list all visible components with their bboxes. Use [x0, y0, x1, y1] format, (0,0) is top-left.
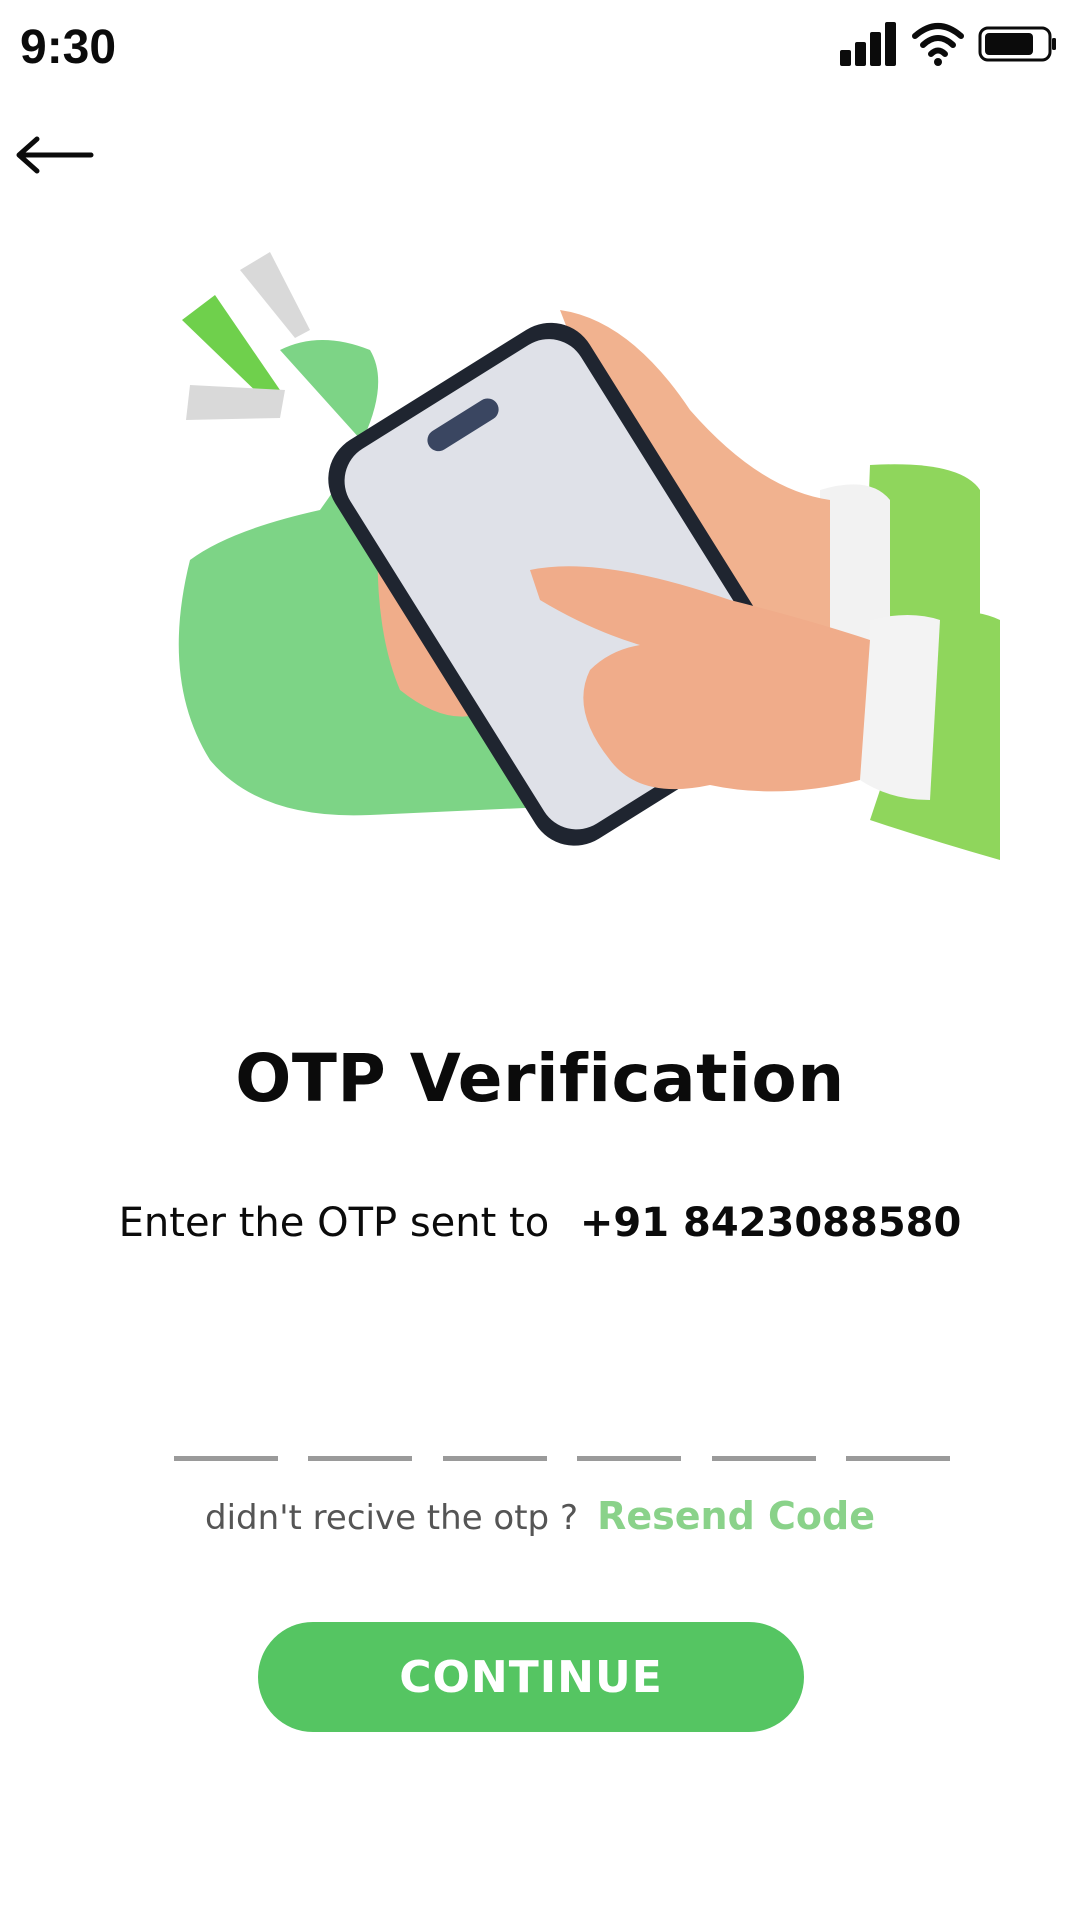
otp-digit-4[interactable]	[577, 1400, 682, 1461]
otp-digit-5[interactable]	[711, 1400, 816, 1461]
resend-row: didn't recive the otp ? Resend Code	[0, 1494, 1080, 1538]
otp-digit-3[interactable]	[442, 1400, 547, 1461]
status-icons	[838, 20, 1058, 68]
otp-instruction-text: Enter the OTP sent to	[118, 1200, 550, 1246]
otp-digit-2[interactable]	[308, 1400, 413, 1461]
page-title: OTP Verification	[235, 1040, 845, 1117]
hero-illustration	[170, 240, 1070, 1020]
hand-holding-phone-illustration	[178, 252, 1000, 860]
otp-digit-1[interactable]	[174, 1400, 278, 1461]
continue-button[interactable]: CONTINUE	[258, 1622, 804, 1732]
phone-number: +91 8423088580	[579, 1200, 962, 1246]
resend-code-link[interactable]: Resend Code	[597, 1494, 875, 1538]
signal-icon	[840, 22, 896, 66]
battery-icon	[978, 26, 1056, 62]
status-time: 9:30	[20, 21, 117, 74]
otp-digit-6[interactable]	[845, 1400, 950, 1461]
otp-instruction: Enter the OTP sent to +91 8423088580	[0, 1200, 1080, 1246]
arrow-left-icon	[16, 136, 94, 174]
wifi-icon	[912, 23, 964, 66]
resend-question: didn't recive the otp ?	[205, 1498, 578, 1538]
otp-input-group	[174, 1400, 950, 1461]
status-bar: 9:30	[0, 0, 1080, 96]
back-button[interactable]	[14, 130, 96, 180]
